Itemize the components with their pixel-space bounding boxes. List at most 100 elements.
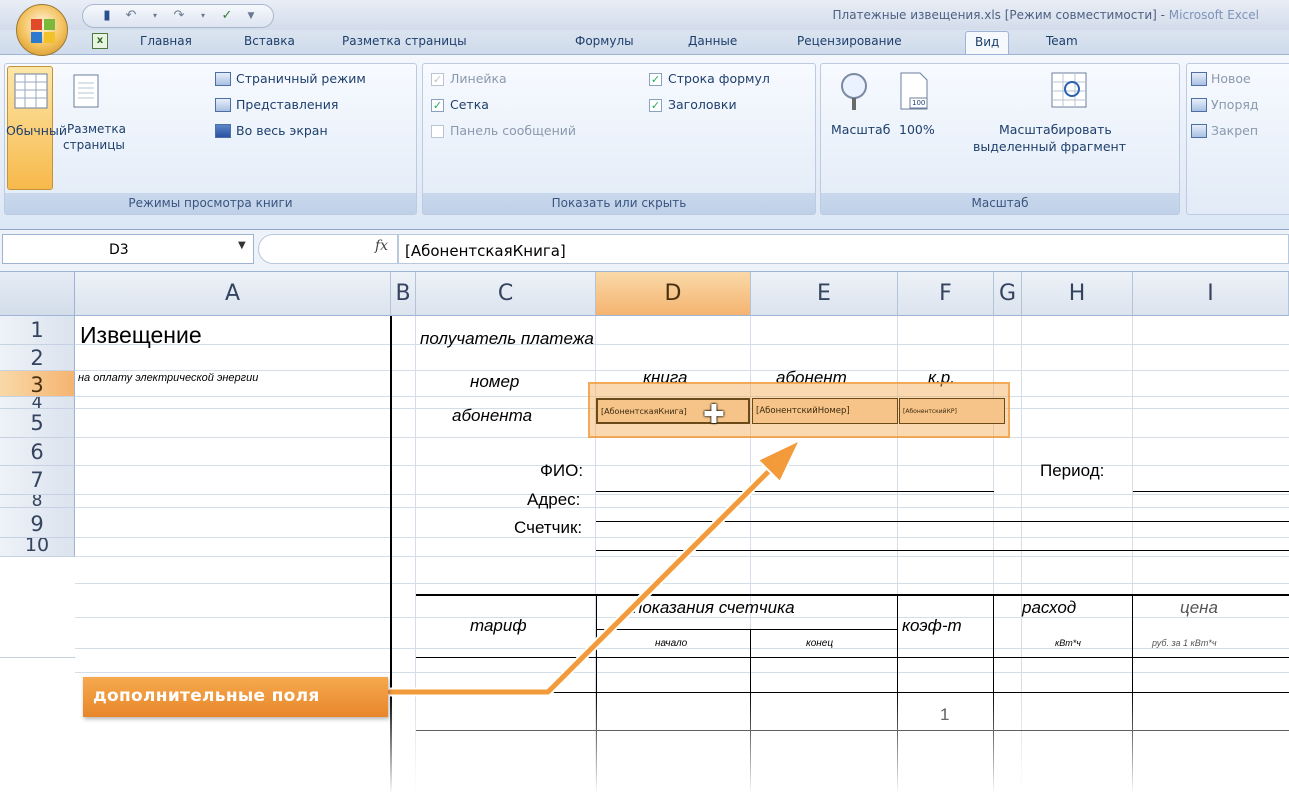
cell-c1[interactable]: получатель платежа (420, 329, 594, 349)
field-subscriber-number[interactable]: [АбонентскийНомер] (752, 398, 898, 424)
zoom-button[interactable]: Масштаб (823, 66, 890, 190)
zoom-selection-label-1: Масштабировать (999, 122, 1112, 137)
excel-window: ▮ ↶ ▾ ↷ ▾ ✓ ▼ Платежные извещения.xls [Р… (0, 0, 1289, 812)
cell-a2[interactable]: на оплату электрической энергии (78, 372, 258, 384)
col-header-d[interactable]: D (596, 272, 751, 316)
cell-c5-fio[interactable]: ФИО: (540, 461, 583, 481)
group-window: Новое Упоряд Закреп (1186, 63, 1289, 215)
row-header-6[interactable]: 6 (0, 438, 75, 466)
tab-data[interactable]: Данные (688, 34, 737, 48)
cell-d10-start[interactable]: начало (655, 638, 687, 649)
page-layout-view-button[interactable]: Разметка страницы (55, 66, 126, 190)
cell-i9-price[interactable]: цена (1180, 598, 1218, 618)
message-bar-checkbox[interactable] (431, 125, 444, 138)
row-header-10[interactable]: 10 (0, 538, 75, 557)
cell-h5-period[interactable]: Период: (1040, 461, 1104, 481)
row-header-4[interactable]: 4 (0, 397, 75, 409)
page-break-preview-button[interactable]: Страничный режим (236, 71, 366, 86)
freeze-panes-button[interactable]: Закреп (1211, 123, 1258, 138)
tab-page-layout[interactable]: Разметка страницы (342, 34, 467, 48)
row-header-7[interactable]: 7 (0, 466, 75, 495)
cell-f9-coef[interactable]: коэф-т (902, 616, 962, 636)
message-bar-label: Панель сообщений (450, 123, 577, 138)
cell-c2[interactable]: номер (470, 372, 519, 392)
group-workbook-views: Обычный Разметка страницы Страничный реж… (4, 63, 417, 215)
cell-h9-usage[interactable]: расход (1022, 598, 1076, 618)
col-header-c[interactable]: C (416, 272, 596, 316)
new-window-button[interactable]: Новое (1211, 71, 1251, 86)
cell-c3[interactable]: абонента (452, 406, 532, 426)
cell-i10-unit[interactable]: руб. за 1 кВт*ч (1152, 638, 1216, 648)
group-zoom: Масштаб 100 100% Масштабировать выделенн… (820, 63, 1180, 215)
row-header-2[interactable]: 2 (0, 345, 75, 371)
move-cursor-icon: ✚ (703, 400, 725, 430)
gridlines-checkbox[interactable]: ✓ (431, 99, 444, 112)
col-header-e[interactable]: E (751, 272, 898, 316)
tab-insert[interactable]: Вставка (244, 34, 295, 48)
cell-h10-unit[interactable]: кВт*ч (1055, 638, 1081, 648)
formula-input[interactable]: [АбонентскаяКнига] (398, 234, 1289, 264)
tab-formulas[interactable]: Формулы (575, 34, 634, 48)
arrange-button[interactable]: Упоряд (1211, 97, 1259, 112)
undo-icon[interactable]: ↶ (123, 8, 139, 24)
field-subscriber-book[interactable]: [АбонентскаяКнига] (596, 398, 750, 424)
worksheet[interactable]: A B C D E F G H I 1 2 3 4 5 6 7 8 9 10 И… (0, 272, 1289, 812)
tab-review[interactable]: Рецензирование (797, 34, 902, 48)
page-break-preview-icon (215, 72, 231, 86)
cell-c7-meter[interactable]: Счетчик: (514, 518, 582, 538)
formula-bar-checkbox[interactable]: ✓ (649, 73, 662, 86)
zoom-100-icon-text: 100 (912, 99, 926, 107)
office-button[interactable] (16, 4, 68, 56)
select-all-corner[interactable] (0, 272, 75, 316)
title-bar: ▮ ↶ ▾ ↷ ▾ ✓ ▼ Платежные извещения.xls [Р… (0, 0, 1289, 30)
redo-icon[interactable]: ↷ (171, 8, 187, 24)
dropdown-icon[interactable]: ▾ (147, 8, 163, 24)
magnifier-icon (841, 73, 867, 110)
col-header-g[interactable]: G (994, 272, 1022, 316)
col-header-a[interactable]: A (75, 272, 391, 316)
row-header-5[interactable]: 5 (0, 409, 75, 438)
col-header-h[interactable]: H (1022, 272, 1133, 316)
field-subscriber-kr[interactable]: [АбонентскийКР] (899, 398, 1005, 424)
insert-function-icon[interactable]: fx (375, 238, 388, 254)
dropdown-icon[interactable]: ▾ (195, 8, 211, 24)
ribbon-tab-bar: x Главная Вставка Разметка страницы Форм… (0, 30, 1289, 55)
office-logo-icon (31, 19, 55, 43)
tab-view[interactable]: Вид (965, 31, 1010, 55)
row-header-1[interactable]: 1 (0, 316, 75, 345)
zoom-to-selection-button[interactable]: Масштабировать выделенный фрагмент (971, 66, 1171, 190)
ruler-checkbox[interactable]: ✓ (431, 73, 444, 86)
zoom-label: Масштаб (831, 122, 891, 137)
formula-bar-label: Строка формул (668, 71, 770, 86)
cell-e10-end[interactable]: конец (806, 638, 833, 649)
customize-qat-icon[interactable]: ▼ (243, 8, 259, 24)
full-screen-button[interactable]: Во весь экран (236, 123, 328, 138)
col-header-i[interactable]: I (1133, 272, 1289, 316)
quick-access-toolbar: ▮ ↶ ▾ ↷ ▾ ✓ ▼ (82, 4, 274, 28)
cell-a1[interactable]: Извещение (80, 322, 202, 349)
save-icon[interactable]: ▮ (99, 8, 115, 24)
cell-c9-tariff[interactable]: тариф (470, 616, 527, 636)
headings-label: Заголовки (668, 97, 737, 112)
cell-f12-coef-value[interactable]: 1 (940, 705, 949, 725)
spelling-icon[interactable]: ✓ (219, 8, 235, 24)
group-label-zoom: Масштаб (821, 193, 1179, 214)
row-header-9[interactable]: 9 (0, 508, 75, 538)
cell-c6-address[interactable]: Адрес: (527, 490, 580, 510)
cell-d9-readings[interactable]: показания счетчика (633, 598, 795, 618)
normal-view-button[interactable]: Обычный (6, 66, 67, 190)
headings-checkbox[interactable]: ✓ (649, 99, 662, 112)
tab-home[interactable]: Главная (140, 34, 192, 48)
row-header-8[interactable]: 8 (0, 495, 75, 508)
zoom-selection-icon (1051, 72, 1087, 108)
col-header-b[interactable]: B (391, 272, 416, 316)
page-layout-icon (73, 74, 99, 108)
row-header-3[interactable]: 3 (0, 371, 75, 397)
name-box-dropdown-icon[interactable]: ▼ (238, 240, 246, 251)
custom-views-button[interactable]: Представления (236, 97, 338, 112)
zoom-100-label: 100% (899, 122, 935, 137)
col-header-f[interactable]: F (898, 272, 994, 316)
name-box[interactable]: D3 (2, 234, 254, 264)
zoom-100-button[interactable]: 100 100% (887, 66, 943, 190)
tab-team[interactable]: Team (1046, 34, 1078, 48)
